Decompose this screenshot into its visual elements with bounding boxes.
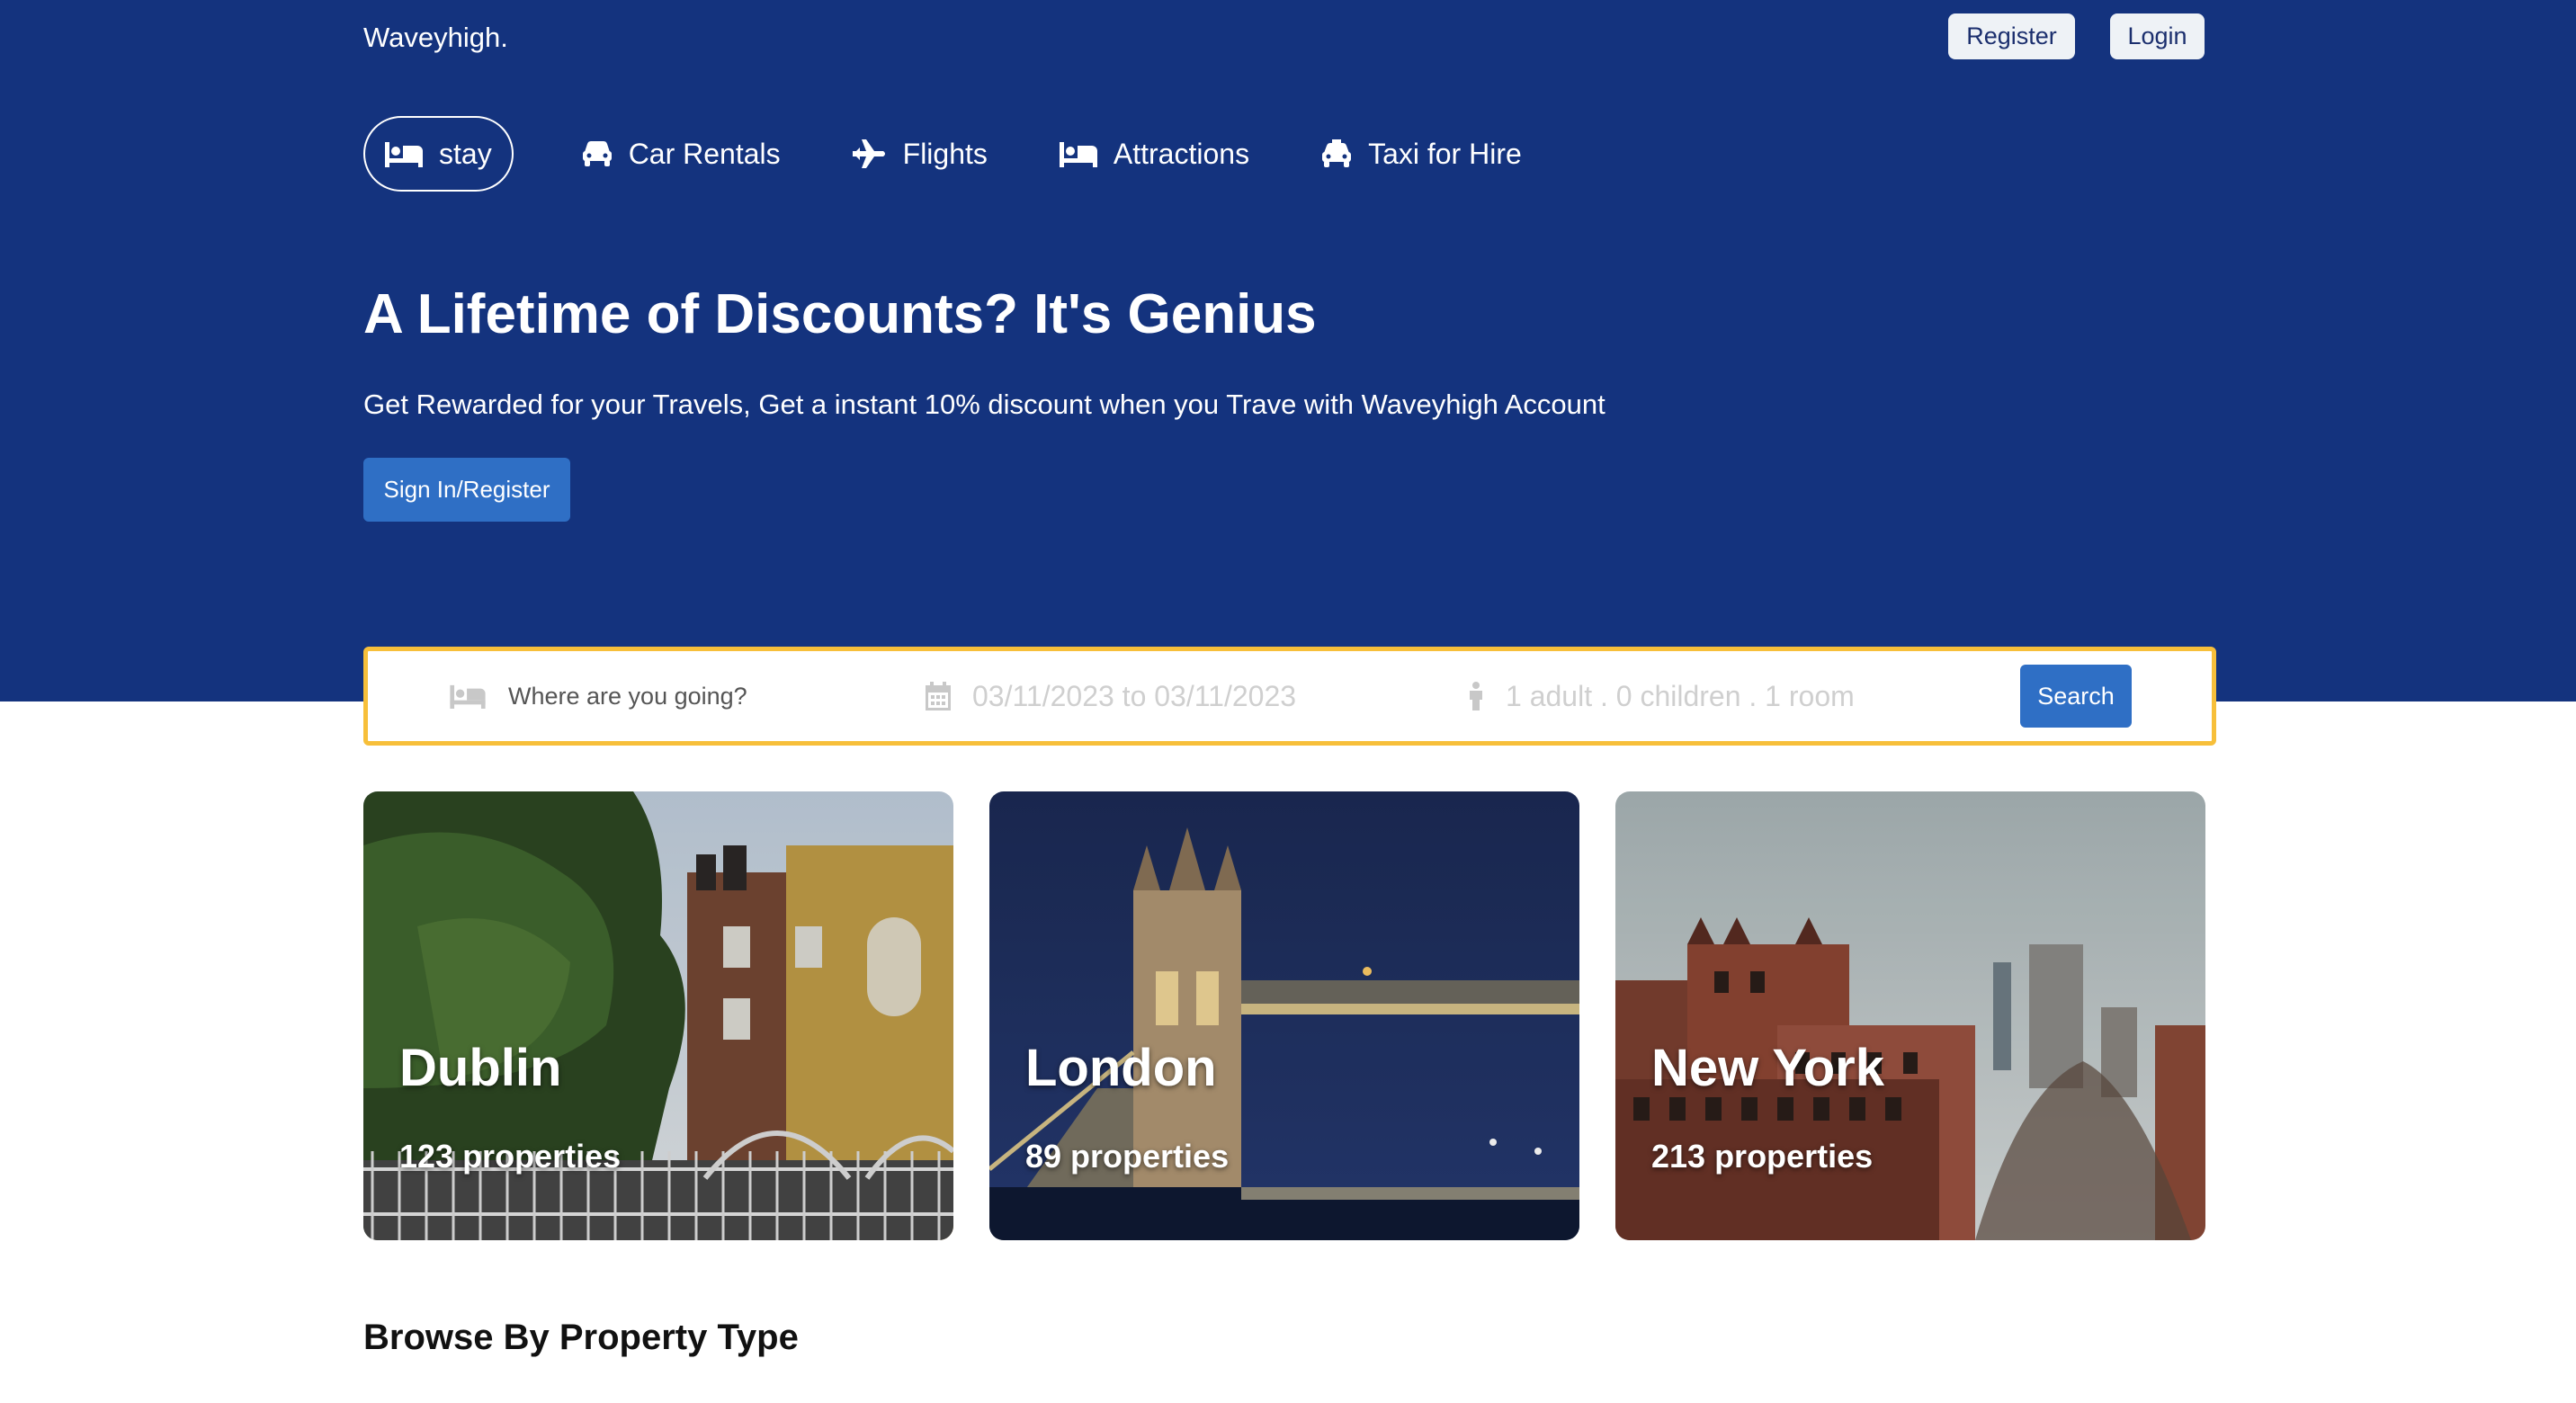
hero-subtitle: Get Rewarded for your Travels, Get a ins… <box>363 389 1606 420</box>
destination-field[interactable]: Where are you going? <box>449 651 747 741</box>
category-nav: stay Car Rentals Flights Attractions Tax… <box>363 116 1594 192</box>
nav-item-label: Taxi for Hire <box>1368 137 1522 170</box>
car-icon <box>582 141 612 166</box>
guests-field[interactable]: 1 adult . 0 children . 1 room <box>1468 651 1855 741</box>
bed-icon <box>385 142 423 167</box>
city-name: New York <box>1651 1039 1884 1097</box>
bed-icon <box>1059 142 1097 167</box>
city-card-new-york[interactable]: New York 213 properties <box>1615 791 2205 1240</box>
date-range-value[interactable]: 03/11/2023 to 03/11/2023 <box>972 680 1296 713</box>
hero-title: A Lifetime of Discounts? It's Genius <box>363 283 1317 345</box>
register-button[interactable]: Register <box>1948 13 2075 59</box>
city-card-london[interactable]: London 89 properties <box>989 791 1579 1240</box>
nav-item-label: stay <box>439 137 492 170</box>
guests-value[interactable]: 1 adult . 0 children . 1 room <box>1506 680 1855 713</box>
date-field[interactable]: 03/11/2023 to 03/11/2023 <box>926 651 1296 741</box>
property-count: 89 properties <box>1025 1138 1230 1175</box>
property-count: 123 properties <box>399 1138 622 1175</box>
login-button[interactable]: Login <box>2110 13 2205 59</box>
nav-item-label: Flights <box>902 137 988 170</box>
nav-item-car-rentals[interactable]: Car Rentals <box>582 116 781 192</box>
browse-section-title: Browse By Property Type <box>363 1318 799 1357</box>
nav-item-label: Attractions <box>1113 137 1250 170</box>
person-icon <box>1470 682 1482 710</box>
hero-banner <box>0 0 2576 702</box>
nav-item-label: Car Rentals <box>628 137 781 170</box>
logo[interactable]: Waveyhigh. <box>363 20 508 56</box>
sign-in-register-button[interactable]: Sign In/Register <box>363 458 570 522</box>
search-button[interactable]: Search <box>2020 665 2132 728</box>
property-count: 213 properties <box>1651 1138 1874 1175</box>
nav-item-attractions[interactable]: Attractions <box>1059 116 1250 192</box>
destination-input[interactable]: Where are you going? <box>508 683 747 710</box>
city-name: London <box>1025 1039 1217 1097</box>
search-bar: Where are you going? 03/11/2023 to 03/11… <box>363 647 2216 746</box>
city-card-dublin[interactable]: Dublin 123 properties <box>363 791 953 1240</box>
taxi-icon <box>1322 139 1352 167</box>
plane-icon <box>852 139 885 168</box>
city-name: Dublin <box>399 1039 562 1097</box>
nav-item-taxi[interactable]: Taxi for Hire <box>1321 116 1522 192</box>
nav-item-flights[interactable]: Flights <box>852 116 988 192</box>
bed-icon <box>450 684 486 709</box>
nav-item-stay[interactable]: stay <box>363 116 514 192</box>
calendar-icon <box>926 682 951 710</box>
